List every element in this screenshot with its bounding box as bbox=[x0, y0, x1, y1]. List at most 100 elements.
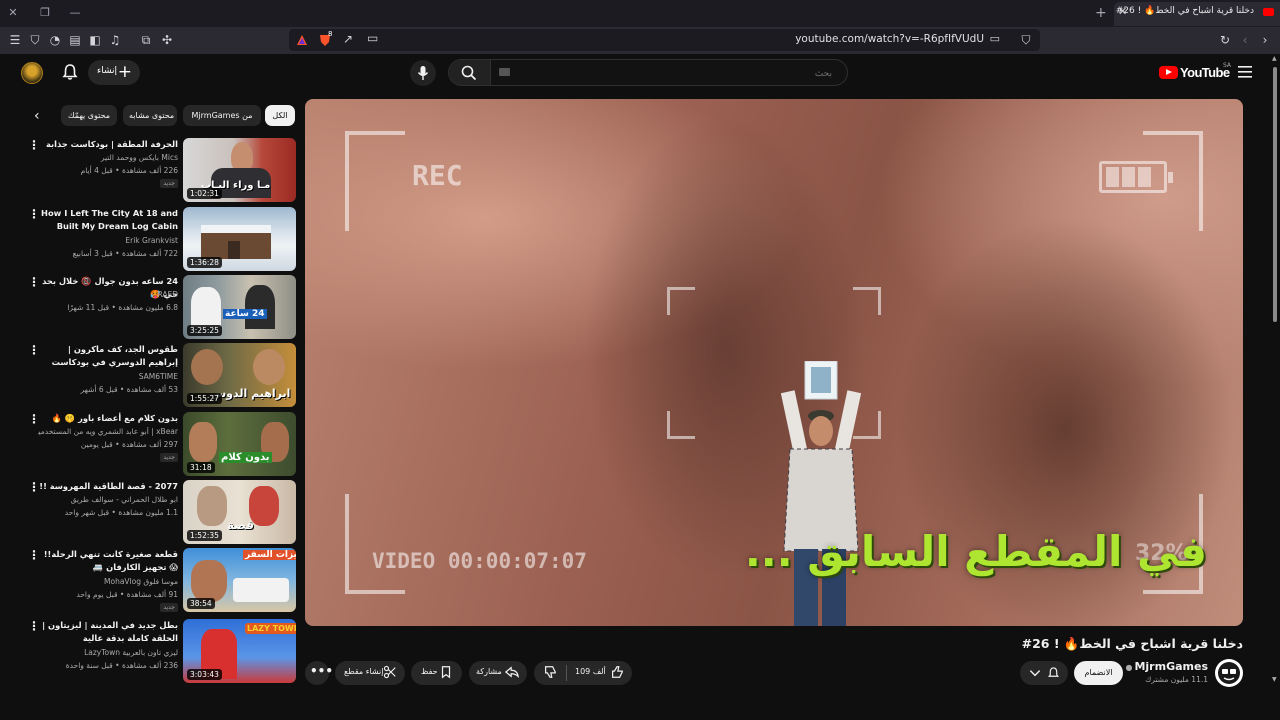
more-actions-icon[interactable]: ⋮ bbox=[28, 619, 40, 633]
channel-name[interactable]: xBear | أبو عابد الشمري ويه من المستخدمي… bbox=[38, 427, 178, 436]
like-count: 109 ألف bbox=[575, 667, 606, 676]
cast-icon[interactable]: ▭ bbox=[367, 31, 378, 45]
share-button[interactable]: مشاركة bbox=[469, 661, 527, 685]
browser-toolbar: ☰ ⛉ ◔ ▤ ◧ ♫ ⧉ ✣ 8 ↗ ▭ youtube.com/watch?… bbox=[0, 27, 1280, 54]
video-title[interactable]: 2077 - قصة الطاقية المهروسة !! bbox=[38, 480, 178, 493]
more-actions-icon[interactable]: ⋮ bbox=[28, 412, 40, 426]
browser-tab-active[interactable]: ✕ دخلنا قرية اشباح في الخط🔥 ! 26# bbox=[1114, 2, 1280, 26]
more-horizontal-icon: ••• bbox=[310, 664, 334, 678]
search-input[interactable] bbox=[499, 65, 834, 80]
search-box[interactable] bbox=[448, 59, 848, 86]
menu-icon[interactable]: ☰ bbox=[8, 33, 22, 47]
video-title[interactable]: بدون كلام مع أعضاء باور 🤫 🔥 bbox=[38, 412, 178, 425]
create-button[interactable]: إنشاء + bbox=[88, 60, 140, 85]
music-icon[interactable]: ♫ bbox=[108, 33, 122, 47]
reader-icon[interactable]: ▤ bbox=[68, 33, 82, 47]
url-bar[interactable]: 8 ↗ ▭ youtube.com/watch?v=-R6pfIfVUdU ▭ bbox=[289, 29, 1040, 51]
subscribed-button[interactable] bbox=[1020, 661, 1068, 685]
create-clip-button[interactable]: إنشاء مقطع bbox=[335, 661, 405, 685]
avatar[interactable] bbox=[21, 62, 43, 84]
save-button[interactable]: حفظ bbox=[411, 661, 462, 685]
new-tab-button[interactable]: + bbox=[1095, 5, 1107, 21]
bookmark-icon[interactable]: ⛉ bbox=[1019, 33, 1033, 47]
join-button[interactable]: الانضمام bbox=[1074, 661, 1123, 685]
voice-search-button[interactable] bbox=[410, 60, 436, 86]
page-scrollbar[interactable]: ▲ ▼ bbox=[1271, 55, 1279, 720]
notifications-bell-icon[interactable] bbox=[61, 63, 79, 81]
screenshot-icon[interactable]: ⧉ bbox=[139, 33, 153, 47]
more-actions-icon[interactable]: ⋮ bbox=[28, 548, 40, 562]
more-actions-icon[interactable]: ⋮ bbox=[28, 138, 40, 152]
chips-back-icon[interactable]: ‹ bbox=[34, 108, 40, 124]
channel-name[interactable]: ليزي تاون بالعربية LazyTown bbox=[38, 648, 178, 657]
channel-name[interactable]: SAM6TIME bbox=[38, 372, 178, 381]
restore-window-icon[interactable]: ❐ bbox=[36, 5, 54, 21]
video-thumbnail[interactable]: ابراهيم الدوس 1:55:27 bbox=[183, 343, 296, 407]
close-window-icon[interactable]: ✕ bbox=[4, 5, 22, 21]
channel-name[interactable]: موسا فلوق MohaVlog bbox=[38, 577, 178, 586]
video-thumbnail[interactable]: 1:36:28 bbox=[183, 207, 296, 271]
scroll-up-icon[interactable]: ▲ bbox=[1272, 55, 1277, 62]
channel-name[interactable]: Mics بايكس ووحمد التير bbox=[38, 153, 178, 162]
reload-icon[interactable]: ↻ bbox=[1218, 33, 1232, 47]
duration-badge: 1:55:27 bbox=[187, 393, 222, 404]
more-actions-icon[interactable]: ⋮ bbox=[28, 207, 40, 221]
chip-for-you[interactable]: محتوى يهمّك bbox=[61, 105, 117, 126]
forward-icon[interactable]: › bbox=[1258, 33, 1272, 47]
list-item[interactable]: قصة 1:52:35 2077 - قصة الطاقية المهروسة … bbox=[20, 480, 296, 544]
list-item[interactable]: LAZY TOWN 3:03:43 بطل جديد في المدينة | … bbox=[20, 619, 296, 683]
video-thumbnail[interactable]: 24 ساعة 3:25:25 bbox=[183, 275, 296, 339]
search-button[interactable] bbox=[449, 60, 491, 85]
list-item[interactable]: ابراهيم الدوس 1:55:27 طقوس الجد، كف ماكر… bbox=[20, 343, 296, 407]
list-item[interactable]: بدون كلام 31:18 بدون كلام مع أعضاء باور … bbox=[20, 412, 296, 476]
chip-all[interactable]: الكل bbox=[265, 105, 295, 126]
sidebar-icon[interactable]: ◧ bbox=[88, 33, 102, 47]
video-thumbnail[interactable]: قصة 1:52:35 bbox=[183, 480, 296, 544]
share-page-icon[interactable]: ↗ bbox=[343, 32, 353, 46]
more-actions-button[interactable]: ••• bbox=[305, 661, 333, 685]
scroll-down-icon[interactable]: ▼ bbox=[1272, 676, 1277, 683]
history-icon[interactable]: ◔ bbox=[48, 33, 62, 47]
video-title[interactable]: How I Left The City At 18 and Built My D… bbox=[38, 207, 178, 233]
channel-logo-icon bbox=[1218, 662, 1240, 684]
like-button[interactable]: 109 ألف bbox=[567, 661, 632, 685]
more-actions-icon[interactable]: ⋮ bbox=[28, 480, 40, 494]
youtube-logo[interactable]: YouTube SA bbox=[1159, 62, 1231, 82]
video-title[interactable]: قطعة صغيرة كانت تنهي الرحلة!! 😱 تجهيز ال… bbox=[38, 548, 178, 574]
url-text[interactable]: youtube.com/watch?v=-R6pfIfVUdU bbox=[795, 33, 984, 45]
channel-name[interactable]: ● MjrmGames bbox=[1125, 660, 1208, 673]
share-icon bbox=[505, 666, 519, 679]
video-thumbnail[interactable]: مـا وراء البـاب 1:02:31 bbox=[183, 138, 296, 202]
video-title[interactable]: الحرفة المطقة | بودكاست جذابة bbox=[38, 138, 178, 151]
guide-menu-icon[interactable] bbox=[1238, 66, 1252, 78]
list-item[interactable]: 24 ساعة 3:25:25 24 ساعه بدون جوال 📵 خلال… bbox=[20, 275, 296, 339]
extensions-icon[interactable]: ✣ bbox=[160, 33, 174, 47]
video-thumbnail[interactable]: بدون كلام 31:18 bbox=[183, 412, 296, 476]
video-meta: 6.8 مليون مشاهدة • قبل 11 شهرًا bbox=[67, 303, 178, 312]
person-figure bbox=[780, 361, 862, 626]
dislike-button[interactable] bbox=[534, 661, 566, 685]
video-title[interactable]: طقوس الجد، كف ماكرون | إبراهيم الدوسري ف… bbox=[38, 343, 178, 370]
channel-name[interactable]: Erik Grankvist bbox=[38, 236, 178, 245]
video-title[interactable]: بطل جديد في المدينة | ليزيتاون | الحلقة … bbox=[38, 619, 178, 645]
list-item[interactable]: 1:36:28 How I Left The City At 18 and Bu… bbox=[20, 207, 296, 271]
scrollbar-thumb[interactable] bbox=[1273, 67, 1277, 322]
channel-name[interactable]: RAED bbox=[38, 290, 178, 299]
video-player[interactable]: REC VIDEO 00:00:07:07 32% في المقطع السا… bbox=[305, 99, 1243, 626]
like-icon bbox=[612, 666, 623, 678]
minimize-window-icon[interactable]: — bbox=[66, 5, 84, 21]
channel-avatar[interactable] bbox=[1215, 659, 1243, 687]
list-item[interactable]: تجهيزات السفر 38:54 قطعة صغيرة كانت تنهي… bbox=[20, 548, 296, 612]
site-info-icon[interactable]: ▭ bbox=[990, 32, 1000, 45]
video-thumbnail[interactable]: تجهيزات السفر 38:54 bbox=[183, 548, 296, 612]
video-thumbnail[interactable]: LAZY TOWN 3:03:43 bbox=[183, 619, 296, 683]
chip-related[interactable]: محتوى مشابه bbox=[123, 105, 177, 126]
more-actions-icon[interactable]: ⋮ bbox=[28, 343, 40, 357]
chip-from-channel[interactable]: MjrmGames من bbox=[183, 105, 261, 126]
more-actions-icon[interactable]: ⋮ bbox=[28, 275, 40, 289]
channel-name[interactable]: ابو طلال الحمراني - سوالف طريق bbox=[38, 495, 178, 504]
list-item[interactable]: مـا وراء البـاب 1:02:31 الحرفة المطقة | … bbox=[20, 138, 296, 202]
shield-icon[interactable]: ⛉ bbox=[28, 33, 42, 47]
back-icon[interactable]: ‹ bbox=[1238, 33, 1252, 47]
brave-rewards-icon[interactable] bbox=[297, 35, 307, 45]
